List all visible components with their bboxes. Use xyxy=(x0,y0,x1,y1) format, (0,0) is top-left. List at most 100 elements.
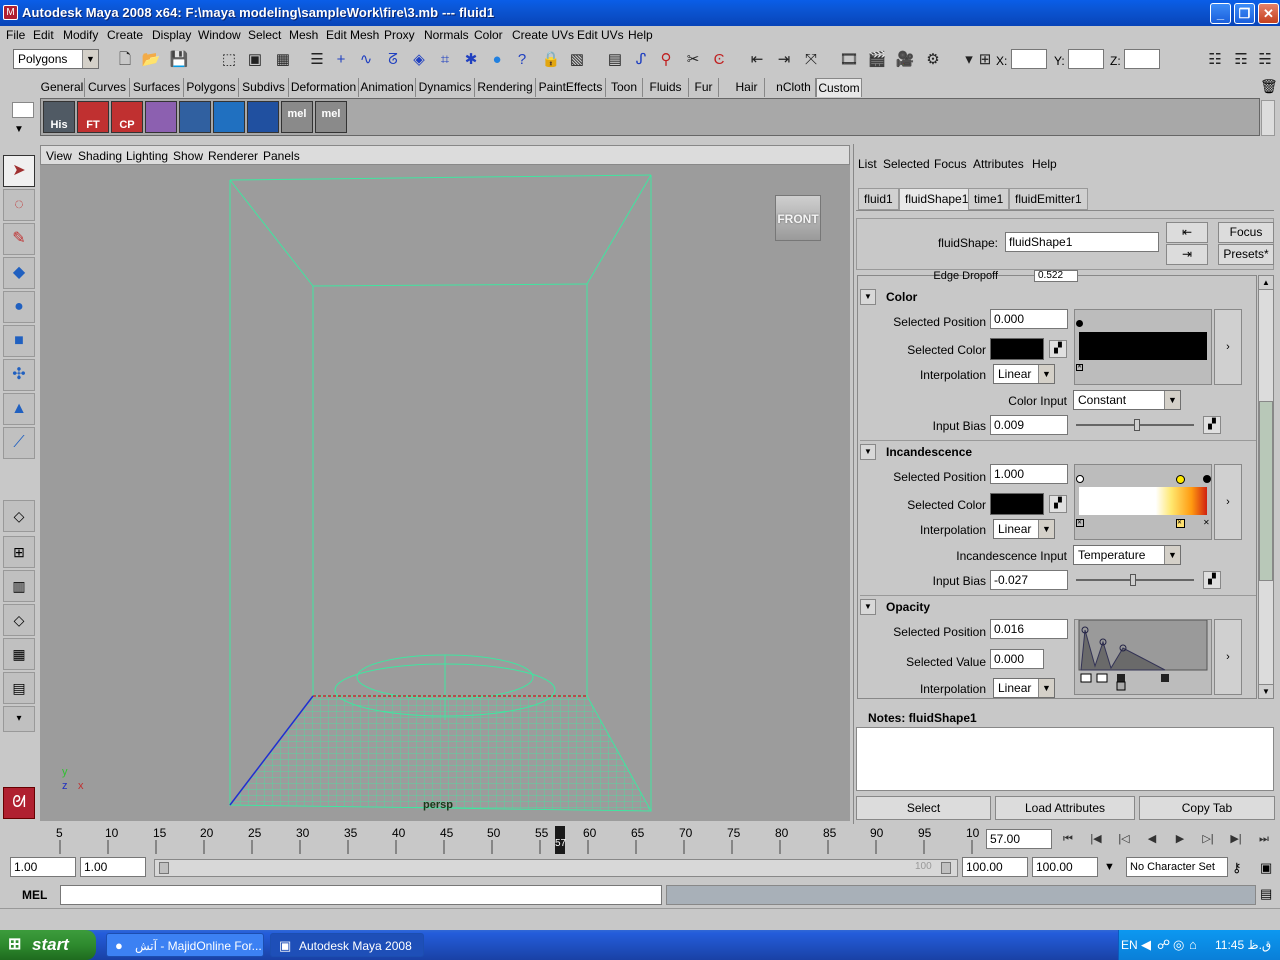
opacity-ramp-expand-button[interactable]: › xyxy=(1214,619,1242,695)
shelf-tab-curves[interactable]: Curves xyxy=(85,78,130,97)
lasso-tool-icon[interactable]: ◌ xyxy=(3,189,35,221)
new-scene-icon[interactable]: 🗋 xyxy=(114,49,136,71)
scroll-thumb[interactable] xyxy=(1259,401,1273,581)
incand-input-dropdown[interactable]: Temperature ▼ xyxy=(1073,545,1181,565)
step-back-frame-icon[interactable]: |◁ xyxy=(1112,830,1136,848)
incand-interpolation-dropdown[interactable]: Linear ▼ xyxy=(993,519,1055,539)
incand-bias-map-icon[interactable]: ▞ xyxy=(1203,571,1221,589)
show-manipulator-icon[interactable]: ⟋ xyxy=(3,427,35,459)
color-input-dropdown[interactable]: Constant ▼ xyxy=(1073,390,1181,410)
shelf-tab-surfaces[interactable]: Surfaces xyxy=(130,78,184,97)
render-globals-icon[interactable]: ⚙ xyxy=(922,49,944,71)
shelf-tab-general[interactable]: General xyxy=(40,78,85,97)
collapse-triangle-icon[interactable]: ▼ xyxy=(860,289,876,305)
menu-normals[interactable]: Normals xyxy=(424,28,469,42)
shelf-ft-icon[interactable]: FT xyxy=(77,101,109,133)
script-editor-icon[interactable]: ▤ xyxy=(1260,886,1272,902)
input-ops-icon[interactable]: ⇤ xyxy=(746,49,768,71)
scroll-up-icon[interactable]: ▲ xyxy=(1259,276,1273,290)
channel-box-icon[interactable]: ☷ xyxy=(1204,49,1226,71)
tray-app-icon[interactable]: ⌂ xyxy=(1189,930,1197,960)
filter-icon[interactable]: ☰ xyxy=(306,49,328,71)
opacity-section-header[interactable]: ▼ Opacity xyxy=(860,598,1240,616)
snap-point-icon[interactable]: ᘔ xyxy=(382,49,404,71)
viewcube-front[interactable]: FRONT xyxy=(775,195,821,241)
menu-create-uvs[interactable]: Create UVs xyxy=(512,28,574,42)
taskbar-item-maya[interactable]: ▣ Autodesk Maya 2008 ... xyxy=(270,933,424,957)
incand-ramp-handle-white-icon[interactable] xyxy=(1076,475,1084,483)
color-ramp-delete-icon[interactable]: ✕ xyxy=(1076,364,1083,371)
snap-curve-icon[interactable]: ∿ xyxy=(355,49,377,71)
shelf-tab-dynamics[interactable]: Dynamics xyxy=(416,78,475,97)
vp-menu-view[interactable]: View xyxy=(46,149,72,163)
history-icon[interactable]: ✱ xyxy=(460,49,482,71)
paint-select-icon[interactable]: ✎ xyxy=(3,223,35,255)
node-name-field[interactable]: fluidShape1 xyxy=(1005,232,1159,252)
four-view-layout-icon[interactable]: ⊞ xyxy=(3,536,35,568)
trash-icon[interactable]: 🗑 xyxy=(1260,78,1278,95)
shelf-tab-toon[interactable]: Toon xyxy=(606,78,643,97)
tool-settings-icon[interactable]: ☵ xyxy=(1254,49,1276,71)
animation-start-field[interactable]: 1.00 xyxy=(10,857,76,877)
lock-icon[interactable]: 🔒 xyxy=(540,49,562,71)
color-section-header[interactable]: ▼ Color xyxy=(860,288,1240,306)
node-tab-fluid1[interactable]: fluid1 xyxy=(858,188,899,210)
make-live-icon[interactable]: ⌗ xyxy=(434,49,456,71)
menu-create[interactable]: Create xyxy=(107,28,143,42)
shelf-tab-subdivs[interactable]: Subdivs xyxy=(239,78,289,97)
opacity-selected-position-field[interactable]: 0.016 xyxy=(990,619,1068,639)
shelf-tab-fur[interactable]: Fur xyxy=(689,78,719,97)
maximize-button[interactable]: ❐ xyxy=(1234,3,1255,24)
node-tab-time1[interactable]: time1 xyxy=(968,188,1010,210)
incand-ramp-handle-black-icon[interactable] xyxy=(1203,475,1211,483)
shelf-select-icon[interactable] xyxy=(179,101,211,133)
ae-menu-selected[interactable]: Selected xyxy=(883,157,930,171)
notes-textarea[interactable] xyxy=(856,727,1274,791)
construction-history-icon[interactable]: ▤ xyxy=(604,49,626,71)
ae-menu-list[interactable]: List xyxy=(858,157,877,171)
incand-input-bias-slider-knob[interactable] xyxy=(1129,574,1136,586)
taskbar-item-browser[interactable]: ● آتش - MajidOnline For... xyxy=(106,933,264,957)
color-bias-map-icon[interactable]: ▞ xyxy=(1203,416,1221,434)
attribute-scrollbar[interactable]: ▲ ▼ xyxy=(1258,275,1274,699)
select-object-icon[interactable]: ▣ xyxy=(244,49,266,71)
character-set-field[interactable]: No Character Set xyxy=(1126,857,1228,877)
color-ramp-handle-icon[interactable] xyxy=(1076,320,1083,327)
incand-map-button-icon[interactable]: ▞ xyxy=(1049,495,1067,513)
incand-ramp-delete-icon[interactable]: ✕ xyxy=(1076,519,1084,527)
ipr-render-icon[interactable]: ⚲ xyxy=(655,49,677,71)
start-button[interactable]: ⊞ start xyxy=(0,930,96,960)
snap-view-plane-icon[interactable]: ◈ xyxy=(408,49,430,71)
vp-menu-lighting[interactable]: Lighting xyxy=(126,149,168,163)
opacity-selected-value-field[interactable]: 0.000 xyxy=(990,649,1044,669)
copy-tab-button[interactable]: Copy Tab xyxy=(1139,796,1275,820)
magnet-icon[interactable]: Ͼ xyxy=(708,49,730,71)
ipr-icon[interactable]: 🎥 xyxy=(894,49,916,71)
go-to-end-icon[interactable]: ⏭ xyxy=(1252,830,1276,848)
opacity-interpolation-dropdown[interactable]: Linear ▼ xyxy=(993,678,1055,698)
menu-modify[interactable]: Modify xyxy=(63,28,98,42)
vp-menu-renderer[interactable]: Renderer xyxy=(208,149,258,163)
playback-end-field[interactable]: 100.00 xyxy=(962,857,1028,877)
minimize-button[interactable]: _ xyxy=(1210,3,1231,24)
menu-window[interactable]: Window xyxy=(198,28,241,42)
shelf-lattice-icon[interactable] xyxy=(145,101,177,133)
incand-selected-position-field[interactable]: 1.000 xyxy=(990,464,1068,484)
vp-menu-show[interactable]: Show xyxy=(173,149,203,163)
incand-ramp-expand-button[interactable]: › xyxy=(1214,464,1242,540)
select-hierarchy-icon[interactable]: ⬚ xyxy=(218,49,240,71)
shelf-tab-ncloth[interactable]: nCloth xyxy=(772,78,816,97)
node-tab-fluidshape1[interactable]: fluidShape1 xyxy=(899,188,975,210)
collapse-triangle-icon[interactable]: ▼ xyxy=(860,444,876,460)
output-connections-icon[interactable]: ⇥ xyxy=(1166,244,1208,265)
tray-network-icon[interactable]: ☍ xyxy=(1157,930,1170,960)
more-layouts-icon[interactable]: ▾ xyxy=(3,706,35,732)
outliner-layout-icon[interactable]: ▥ xyxy=(3,570,35,602)
shelf-tab-painteffects[interactable]: PaintEffects xyxy=(536,78,606,97)
render-current-icon[interactable]: 🎬 xyxy=(866,49,888,71)
select-component-icon[interactable]: ▦ xyxy=(272,49,294,71)
edge-dropoff-field[interactable]: 0.522 xyxy=(1034,270,1078,282)
y-field[interactable] xyxy=(1068,49,1104,69)
node-tab-fluidemitter1[interactable]: fluidEmitter1 xyxy=(1009,188,1088,210)
select-lock-icon[interactable]: ▧ xyxy=(566,49,588,71)
